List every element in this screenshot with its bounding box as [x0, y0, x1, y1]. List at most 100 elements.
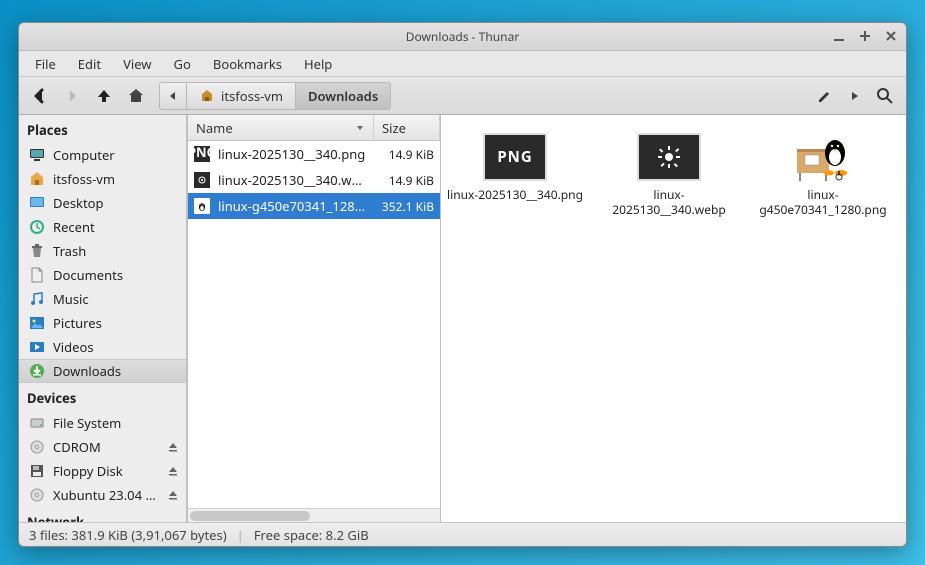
monitor-icon — [29, 147, 45, 163]
path-segment-current[interactable]: Downloads — [295, 82, 391, 110]
column-header: Name Size — [188, 115, 440, 141]
download-icon — [29, 363, 45, 379]
sidebar-item-label: Recent — [53, 218, 95, 236]
sidebar-item-label: Videos — [53, 338, 94, 356]
icon-item[interactable]: linux-2025130__340.webp — [601, 133, 737, 217]
edit-path-button[interactable] — [812, 83, 838, 109]
list-pane: Name Size PNG linux-2025130__340.png 14.9 … — [188, 115, 441, 522]
sidebar-item-downloads[interactable]: Downloads — [19, 359, 186, 383]
sidebar-item-itsfoss-vm[interactable]: itsfoss-vm — [19, 167, 186, 191]
menu-edit[interactable]: Edit — [68, 52, 111, 76]
file-thumb-icon — [194, 198, 210, 214]
forward-button[interactable] — [59, 83, 85, 109]
menu-view[interactable]: View — [113, 52, 161, 76]
gear-thumb-icon — [637, 133, 701, 181]
eject-icon[interactable] — [168, 490, 178, 500]
file-name: linux-2025130__340.png — [218, 145, 366, 163]
sidebar-header: Devices — [19, 383, 186, 411]
list-rows[interactable]: PNGlinux-2025130__340.png14.9 KiBlinux-2… — [188, 141, 440, 508]
search-button[interactable] — [872, 83, 898, 109]
sidebar-item-xubuntu-23-04-am-[interactable]: Xubuntu 23.04 am… — [19, 483, 186, 507]
music-icon — [29, 291, 45, 307]
up-button[interactable] — [91, 83, 117, 109]
sidebar-item-cdrom[interactable]: CDROM — [19, 435, 186, 459]
table-row[interactable]: PNG linux-2025130__340.png 14.9 KiB — [188, 141, 440, 167]
trash-icon — [29, 243, 45, 259]
icon-item[interactable]: PNG linux-2025130__340.png — [447, 133, 583, 202]
file-name: linux-2025130__340.webp — [218, 171, 366, 189]
sidebar-item-documents[interactable]: Documents — [19, 263, 186, 287]
menu-bookmarks[interactable]: Bookmarks — [203, 52, 292, 76]
eject-icon[interactable] — [168, 466, 178, 476]
path-segment-label: itsfoss-vm — [221, 87, 283, 105]
window-controls — [830, 27, 900, 45]
path-segment-home[interactable]: itsfoss-vm — [186, 82, 295, 110]
scrollbar-thumb[interactable] — [190, 511, 310, 521]
close-button[interactable] — [882, 27, 900, 45]
column-size[interactable]: Size — [374, 115, 440, 140]
sidebar-item-floppy-disk[interactable]: Floppy Disk — [19, 459, 186, 483]
sidebar-item-music[interactable]: Music — [19, 287, 186, 311]
svg-text:PNG: PNG — [194, 146, 210, 161]
icon-item[interactable]: linux-g450e70341_1280.png — [755, 133, 891, 217]
icon-label: linux-2025130__340.png — [447, 187, 583, 202]
doc-icon — [29, 267, 45, 283]
menu-go[interactable]: Go — [164, 52, 201, 76]
sort-asc-icon — [355, 123, 365, 133]
back-button[interactable] — [27, 83, 53, 109]
cd-icon — [29, 439, 45, 455]
icon-label: linux-g450e70341_1280.png — [755, 187, 891, 217]
file-thumb-icon: PNG — [194, 146, 210, 162]
png-thumb-icon: PNG — [483, 133, 547, 181]
minimize-button[interactable] — [830, 27, 848, 45]
video-icon — [29, 339, 45, 355]
sidebar-header: Places — [19, 115, 186, 143]
sidebar-item-label: CDROM — [53, 438, 101, 456]
column-name[interactable]: Name — [188, 115, 374, 140]
file-size: 352.1 KiB — [374, 198, 434, 215]
sidebar-item-label: Downloads — [53, 362, 121, 380]
path-history-button[interactable] — [159, 82, 186, 110]
home-button[interactable] — [123, 83, 149, 109]
table-row[interactable]: linux-g450e70341_1280.png352.1 KiB — [188, 193, 440, 219]
sidebar-item-pictures[interactable]: Pictures — [19, 311, 186, 335]
sidebar-item-label: File System — [53, 414, 121, 432]
horizontal-scrollbar[interactable] — [188, 508, 440, 522]
clock-icon — [29, 219, 45, 235]
sidebar-item-label: Computer — [53, 146, 115, 164]
sidebar-item-label: Desktop — [53, 194, 104, 212]
sidebar-item-desktop[interactable]: Desktop — [19, 191, 186, 215]
toolbar-right — [812, 83, 898, 109]
sidebar-item-label: Documents — [53, 266, 123, 284]
icon-pane[interactable]: PNG linux-2025130__340.png linux-2025130__… — [441, 115, 906, 522]
picture-icon — [29, 315, 45, 331]
sidebar-item-file-system[interactable]: File System — [19, 411, 186, 435]
menu-help[interactable]: Help — [294, 52, 342, 76]
sidebar-item-label: Xubuntu 23.04 am… — [53, 486, 160, 504]
sidebar-item-label: Trash — [53, 242, 86, 260]
sidebar-item-recent[interactable]: Recent — [19, 215, 186, 239]
home-icon — [29, 171, 45, 187]
toolbar: itsfoss-vm Downloads — [19, 77, 906, 115]
maximize-button[interactable] — [856, 27, 874, 45]
sidebar[interactable]: Places Computer itsfoss-vm Desktop Recent Tra… — [19, 115, 187, 522]
file-size: 14.9 KiB — [374, 146, 434, 163]
icon-label: linux-2025130__340.webp — [601, 187, 737, 217]
file-size: 14.9 KiB — [374, 172, 434, 189]
content-panes: Name Size PNG linux-2025130__340.png 14.9 … — [187, 115, 906, 522]
file-thumb-icon — [194, 172, 210, 188]
view-mode-button[interactable] — [842, 83, 868, 109]
sidebar-item-label: itsfoss-vm — [53, 170, 115, 188]
eject-icon[interactable] — [168, 442, 178, 452]
sidebar-item-label: Music — [53, 290, 89, 308]
titlebar[interactable]: Downloads - Thunar — [19, 23, 906, 51]
status-files: 3 files: 381.9 KiB (3,91,067 bytes) — [29, 526, 227, 544]
home-icon — [199, 88, 215, 104]
sidebar-item-trash[interactable]: Trash — [19, 239, 186, 263]
sidebar-item-videos[interactable]: Videos — [19, 335, 186, 359]
sidebar-item-label: Pictures — [53, 314, 102, 332]
floppy-icon — [29, 463, 45, 479]
sidebar-item-computer[interactable]: Computer — [19, 143, 186, 167]
table-row[interactable]: linux-2025130__340.webp 14.9 KiB — [188, 167, 440, 193]
menu-file[interactable]: File — [25, 52, 66, 76]
